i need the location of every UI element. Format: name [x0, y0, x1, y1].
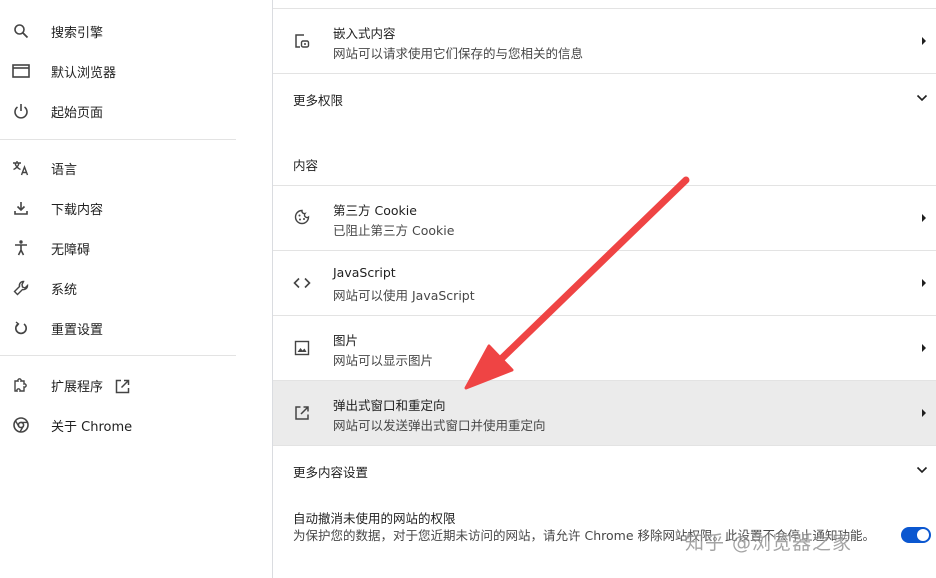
- settings-sidebar: 搜索引擎 默认浏览器 起始页面 语言 下载内容 无障碍 系统 重置设置 扩展程序…: [0, 0, 272, 578]
- sidebar-item-label-wrap: 扩展程序: [51, 376, 130, 398]
- sidebar-item-label: 重置设置: [51, 323, 104, 338]
- sidebar-item-about-chrome[interactable]: 关于 Chrome: [0, 405, 236, 445]
- row-title: 弹出式窗口和重定向: [333, 398, 446, 413]
- chevron-down-icon: [916, 466, 928, 474]
- row-title: 图片: [333, 333, 359, 348]
- wrench-icon: [12, 279, 30, 297]
- toggle-knob: [917, 529, 929, 541]
- expand-more-content-settings[interactable]: 更多内容设置: [273, 446, 936, 494]
- translate-icon: [12, 159, 30, 177]
- sidebar-item-label: 系统: [51, 283, 78, 298]
- open-external-icon: [293, 404, 311, 422]
- sidebar-item-label: 语言: [51, 163, 78, 178]
- content-section-heading: 内容: [293, 158, 319, 173]
- sidebar-divider: [0, 355, 236, 356]
- embedded-content-icon: [293, 32, 311, 50]
- reset-icon: [12, 319, 30, 337]
- sidebar-item-reset[interactable]: 重置设置: [0, 308, 236, 348]
- image-icon: [293, 339, 311, 357]
- sidebar-item-label: 搜索引擎: [51, 26, 104, 41]
- chevron-down-icon: [916, 94, 928, 102]
- sidebar-item-startup[interactable]: 起始页面: [0, 91, 236, 131]
- auto-revoke-toggle[interactable]: [901, 527, 931, 543]
- row-subtitle: 网站可以发送弹出式窗口并使用重定向: [333, 418, 546, 433]
- sidebar-item-label: 起始页面: [51, 106, 104, 121]
- sidebar-item-accessibility[interactable]: 无障碍: [0, 228, 236, 268]
- row-javascript[interactable]: JavaScript 网站可以使用 JavaScript: [273, 251, 936, 315]
- row-title: JavaScript: [333, 265, 396, 280]
- sidebar-item-label: 扩展程序: [51, 380, 104, 395]
- row-title: 第三方 Cookie: [333, 203, 417, 218]
- row-embedded-content[interactable]: 嵌入式内容 网站可以请求使用它们保存的与您相关的信息: [273, 9, 936, 73]
- cookie-icon: [293, 208, 311, 226]
- sidebar-item-label: 关于 Chrome: [51, 420, 133, 435]
- site-settings-panel: 嵌入式内容 网站可以请求使用它们保存的与您相关的信息 更多权限 内容 第三方 C…: [273, 0, 936, 578]
- open-in-new-icon: [115, 379, 130, 398]
- row-images[interactable]: 图片 网站可以显示图片: [273, 316, 936, 380]
- section-title: 更多权限: [293, 93, 344, 108]
- sidebar-item-languages[interactable]: 语言: [0, 148, 236, 188]
- sidebar-item-label: 默认浏览器: [51, 66, 117, 81]
- code-icon: [293, 274, 311, 292]
- row-title: 嵌入式内容: [333, 26, 396, 41]
- row-third-party-cookies[interactable]: 第三方 Cookie 已阻止第三方 Cookie: [273, 186, 936, 250]
- sidebar-item-downloads[interactable]: 下载内容: [0, 188, 236, 228]
- row-subtitle: 网站可以使用 JavaScript: [333, 288, 475, 303]
- browser-window-icon: [12, 62, 30, 80]
- watermark: 知乎 @浏览器之家: [685, 532, 853, 554]
- section-title: 更多内容设置: [293, 465, 369, 480]
- download-icon: [12, 199, 30, 217]
- power-icon: [12, 102, 30, 120]
- chrome-logo-icon: [12, 416, 30, 434]
- arrow-right-icon: [922, 409, 926, 417]
- sidebar-item-default-browser[interactable]: 默认浏览器: [0, 51, 236, 91]
- auto-revoke-title: 自动撤消未使用的网站的权限: [293, 511, 456, 526]
- arrow-right-icon: [922, 279, 926, 287]
- row-subtitle: 已阻止第三方 Cookie: [333, 223, 455, 238]
- expand-more-permissions[interactable]: 更多权限: [273, 74, 936, 122]
- accessibility-icon: [12, 239, 30, 257]
- sidebar-item-search-engine[interactable]: 搜索引擎: [0, 11, 236, 51]
- row-subtitle: 网站可以请求使用它们保存的与您相关的信息: [333, 46, 584, 61]
- row-subtitle: 网站可以显示图片: [333, 353, 434, 368]
- sidebar-divider: [0, 139, 236, 140]
- arrow-right-icon: [922, 214, 926, 222]
- sidebar-item-label: 下载内容: [51, 203, 104, 218]
- arrow-right-icon: [922, 37, 926, 45]
- search-icon: [12, 22, 30, 40]
- sidebar-item-extensions[interactable]: 扩展程序: [0, 365, 236, 405]
- row-popups-redirects[interactable]: 弹出式窗口和重定向 网站可以发送弹出式窗口并使用重定向: [273, 381, 936, 445]
- puzzle-icon: [12, 376, 30, 394]
- sidebar-item-system[interactable]: 系统: [0, 268, 236, 308]
- arrow-right-icon: [922, 344, 926, 352]
- sidebar-item-label: 无障碍: [51, 243, 91, 258]
